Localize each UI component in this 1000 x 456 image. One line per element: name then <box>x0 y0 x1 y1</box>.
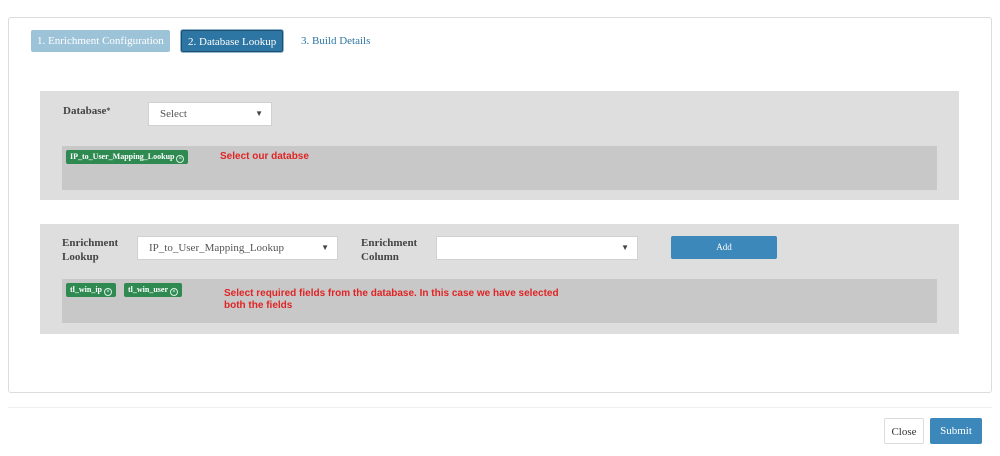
chip-database-label: IP_to_User_Mapping_Lookup <box>70 152 175 161</box>
fields-annotation-line2: both the fields <box>224 300 293 311</box>
chip-field-ip[interactable]: tl_win_ip × <box>66 283 117 297</box>
enrichment-column-select[interactable]: ▼ <box>436 236 638 260</box>
enrichment-lookup-label-line1: Enrichment <box>62 237 119 249</box>
add-button[interactable]: Add <box>671 236 777 259</box>
wizard-panel: 1. Enrichment Configuration 2. Database … <box>8 17 992 393</box>
step-database-lookup[interactable]: 2. Database Lookup <box>181 30 284 52</box>
step-enrichment-configuration[interactable]: 1. Enrichment Configuration <box>31 30 170 52</box>
caret-down-icon: ▼ <box>321 243 329 252</box>
close-circle-icon[interactable]: × <box>104 288 113 296</box>
required-mark: * <box>106 106 111 115</box>
caret-down-icon: ▼ <box>255 109 263 118</box>
fields-annotation: Select required fields from the database… <box>224 288 559 312</box>
database-label: Database* <box>63 104 110 118</box>
enrichment-column-label-line2: Column <box>361 251 399 263</box>
chip-field-user[interactable]: tl_win_user × <box>124 283 182 297</box>
enrichment-lookup-label: Enrichment Lookup <box>62 236 118 264</box>
close-button[interactable]: Close <box>884 418 924 444</box>
lookup-section: Enrichment Lookup IP_to_User_Mapping_Loo… <box>40 224 959 334</box>
database-chip-area: IP_to_User_Mapping_Lookup × Select our da… <box>62 146 937 190</box>
footer-divider <box>8 407 992 408</box>
chip-database[interactable]: IP_to_User_Mapping_Lookup × <box>66 150 189 164</box>
enrichment-lookup-value: IP_to_User_Mapping_Lookup <box>149 242 285 254</box>
chip-field-user-label: tl_win_user <box>128 285 168 294</box>
database-section: Database* Select ▼ IP_to_User_Mapping_Lo… <box>40 91 959 200</box>
database-label-text: Database <box>63 105 107 117</box>
caret-down-icon: ▼ <box>621 243 629 252</box>
enrichment-lookup-select[interactable]: IP_to_User_Mapping_Lookup ▼ <box>137 236 338 260</box>
chip-field-ip-label: tl_win_ip <box>70 285 103 294</box>
field-chip-area: tl_win_ip × tl_win_user × Select required … <box>62 279 937 323</box>
database-select[interactable]: Select ▼ <box>148 102 272 126</box>
database-select-value: Select <box>160 108 187 120</box>
close-circle-icon[interactable]: × <box>170 288 178 296</box>
enrichment-lookup-label-line2: Lookup <box>62 251 99 263</box>
close-circle-icon[interactable]: × <box>176 155 185 163</box>
fields-annotation-line1: Select required fields from the database… <box>224 288 559 299</box>
enrichment-column-label: Enrichment Column <box>361 236 417 264</box>
submit-button[interactable]: Submit <box>930 418 982 444</box>
step-build-details[interactable]: 3. Build Details <box>295 30 376 52</box>
database-annotation: Select our databse <box>220 151 309 162</box>
enrichment-column-label-line1: Enrichment <box>361 237 418 249</box>
